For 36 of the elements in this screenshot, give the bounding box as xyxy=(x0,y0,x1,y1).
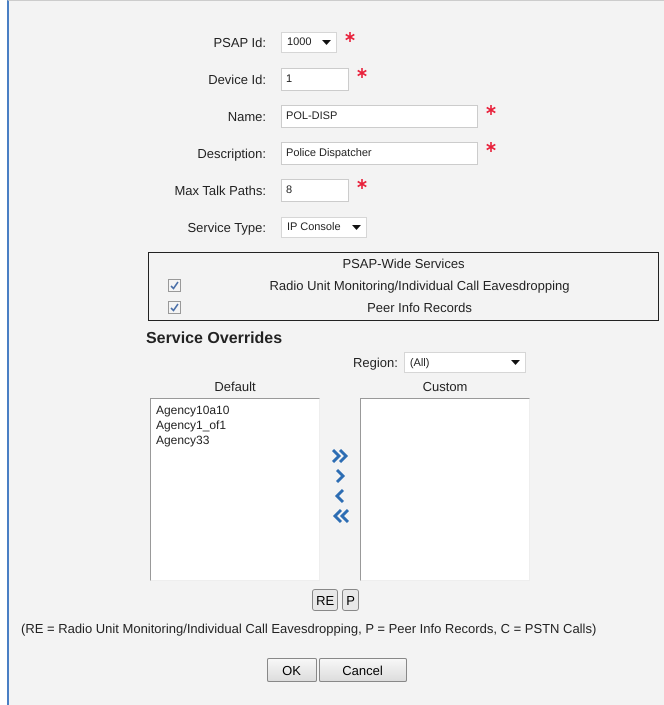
dialog-button[interactable]: OK xyxy=(266,658,316,682)
list-item[interactable]: Agency1_of1 xyxy=(156,418,314,433)
region-label: Region: xyxy=(353,355,398,370)
panel-title: PSAP-Wide Services xyxy=(342,256,465,271)
legend-text: (RE = Radio Unit Monitoring/Individual Call Eavesdropping, P = Peer Info Records, C = PSTN Calls) xyxy=(20,621,598,636)
caret-icon xyxy=(322,40,331,44)
field-label: Service Type: xyxy=(186,220,267,234)
list-title: Custom xyxy=(422,379,468,394)
service-button[interactable]: RE xyxy=(312,589,338,611)
double-right-arrow-icon[interactable] xyxy=(332,449,348,463)
field-label: Device Id: xyxy=(207,72,267,86)
dropdown[interactable]: IP Console xyxy=(281,216,367,238)
checkbox-label: Peer Info Records xyxy=(366,300,473,315)
input-field[interactable]: Police Dispatcher xyxy=(281,142,478,164)
caret-icon xyxy=(510,360,520,365)
field-label: Name: xyxy=(226,108,267,124)
dropdown[interactable]: 1000 xyxy=(281,32,337,52)
field-label: PSAP Id: xyxy=(212,34,267,50)
caret-icon xyxy=(352,224,361,230)
region-dropdown[interactable]: (All) xyxy=(404,352,526,373)
checkbox[interactable] xyxy=(168,279,181,292)
service-button[interactable]: P xyxy=(342,589,359,611)
dialog-button[interactable]: Cancel xyxy=(318,658,406,682)
input-field[interactable]: 1 xyxy=(281,68,349,90)
input-field[interactable]: 8 xyxy=(281,178,349,202)
input-field[interactable]: POL-DISP xyxy=(281,104,478,128)
field-label: Description: xyxy=(196,146,267,160)
default-list[interactable]: Agency10a10 Agency1_of1 Agency33 xyxy=(150,398,320,581)
checkbox-label: Radio Unit Monitoring/Individual Call Eavesdropping xyxy=(268,278,570,293)
field-label: Max Talk Paths: xyxy=(173,182,267,198)
list-item[interactable]: Agency10a10 xyxy=(156,403,314,418)
list-item[interactable]: Agency33 xyxy=(156,433,314,448)
section-title: Service Overrides xyxy=(146,330,284,348)
double-left-arrow-icon[interactable] xyxy=(332,509,348,523)
checkbox[interactable] xyxy=(168,301,181,314)
list-title: Default xyxy=(214,379,256,394)
